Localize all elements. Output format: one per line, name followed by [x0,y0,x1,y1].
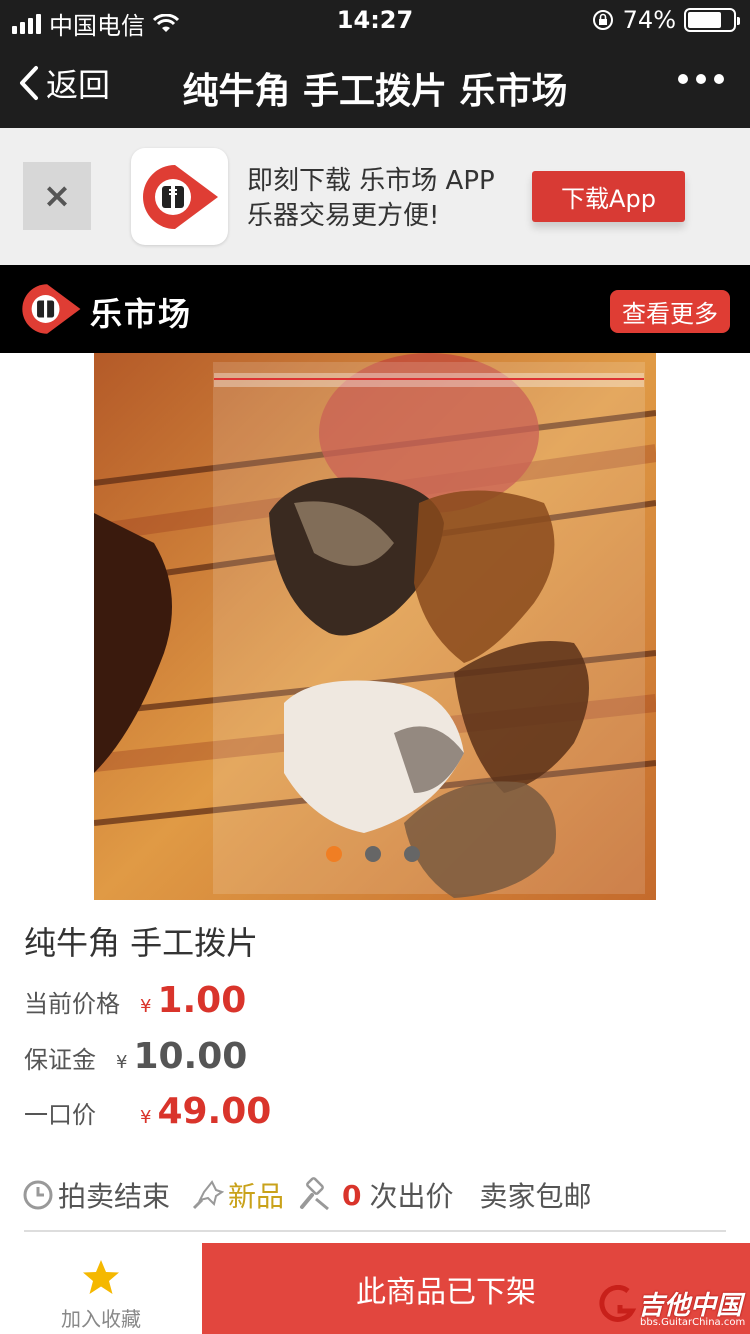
buyout-value: 49.00 [157,1091,272,1132]
brand-logo [20,280,82,342]
carousel-dot[interactable] [365,846,381,862]
status-bar: 中国电信 14:27 74% [0,0,750,42]
brand-name: 乐市场 [90,295,193,333]
auction-status: 拍卖结束 [58,1180,171,1213]
condition-text: 新品 [228,1180,285,1213]
watermark: 吉他中国 bbs.GuitarChina.com [598,1284,745,1329]
watermark-url: bbs.GuitarChina.com [640,1317,746,1328]
lesc-logo-icon [22,284,81,334]
carousel-dot[interactable] [404,846,420,862]
view-more-button[interactable]: 查看更多 [610,290,730,333]
status-right: 74% [591,6,740,34]
star-icon [83,1260,119,1294]
buyout-label: 一口价 [24,1101,96,1129]
lesc-logo-icon [142,164,218,229]
banner-line-2: 乐器交易更方便! [247,201,440,231]
gavel-icon [300,1177,329,1211]
auction-meta: 拍卖结束 新品 0 次出价 卖家包邮 [22,1175,592,1215]
nav-bar: 返回 纯牛角 手工拨片 乐市场 [0,42,750,128]
download-app-button[interactable]: 下载App [532,171,685,222]
deposit-label: 保证金 [24,1046,96,1074]
bid-count-suffix: 次出价 [369,1180,454,1213]
battery-level [688,12,721,28]
close-banner-button[interactable]: × [23,162,91,230]
product-photo[interactable] [94,353,656,900]
page-title: 纯牛角 手工拨片 乐市场 [182,71,568,112]
currency-symbol: ¥ [140,1107,152,1128]
add-favorite-label: 加入收藏 [61,1307,141,1331]
deposit-row: 保证金 ¥ 10.00 [24,1036,247,1077]
current-price-value: 1.00 [157,980,247,1021]
banner-line-1: 即刻下载 乐市场 APP [247,166,495,196]
buyout-price-row: 一口价 ¥ 49.00 [24,1091,271,1132]
guitar-picks-image [94,353,656,900]
current-price-row: 当前价格 ¥ 1.00 [24,980,246,1021]
sparkle-icon [192,1180,225,1210]
banner-text: 即刻下载 乐市场 APP 乐器交易更方便! [247,164,495,234]
currency-symbol: ¥ [140,996,152,1017]
product-title: 纯牛角 手工拨片 [24,924,259,962]
battery-icon [684,8,740,32]
shipping-text: 卖家包邮 [479,1180,592,1213]
watermark-logo-icon [599,1284,637,1322]
add-favorite-button[interactable]: 加入收藏 [0,1243,202,1334]
current-price-label: 当前价格 [24,990,120,1018]
clock-icon [23,1180,53,1210]
currency-symbol: ¥ [116,1052,128,1073]
deposit-value: 10.00 [133,1036,248,1077]
carousel-dots [326,846,420,862]
carousel-dot[interactable] [326,846,342,862]
more-menu-button[interactable] [678,74,724,84]
rotation-lock-icon [592,10,613,30]
bid-count: 0 [342,1178,362,1212]
battery-percent: 74% [622,6,676,34]
brand-bar: 乐市场 查看更多 [0,265,750,353]
app-logo [131,148,228,245]
divider [24,1230,726,1232]
